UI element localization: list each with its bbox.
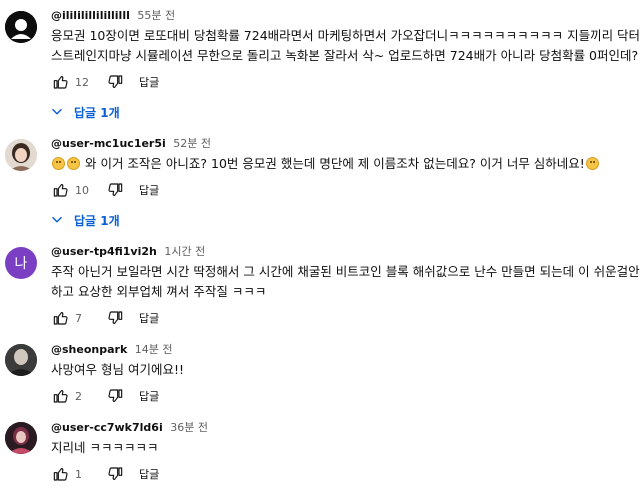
comment-actions: 2 답글 xyxy=(51,384,636,408)
avatar-photo-icon xyxy=(5,422,37,454)
comment-text: 지리네 ㅋㅋㅋㅋㅋㅋ xyxy=(51,438,636,458)
comment-actions: 10 답글 xyxy=(51,178,636,202)
thumbs-down-icon xyxy=(108,183,123,197)
comment-text: 응모권 10장이면 로또대비 당첨확률 724배라면서 마케팅하면서 가오잡더니… xyxy=(51,26,640,66)
reply-button[interactable]: 답글 xyxy=(139,466,159,482)
like-button[interactable] xyxy=(51,308,71,328)
like-button[interactable] xyxy=(51,72,71,92)
dislike-button[interactable] xyxy=(105,386,125,406)
avatar[interactable] xyxy=(5,344,37,376)
thumbs-up-icon xyxy=(53,183,68,197)
like-button[interactable] xyxy=(51,386,71,406)
comment-text-line: 주작 아닌거 보일라면 시간 딱정해서 그 시간에 채굴된 비트코인 블록 해쉬… xyxy=(51,264,640,279)
thumbs-down-icon xyxy=(108,311,123,325)
like-count: 12 xyxy=(75,75,89,89)
reply-button[interactable]: 답글 xyxy=(139,310,159,326)
avatar[interactable]: 나 xyxy=(5,247,37,279)
comment-text-line: 사망여우 형님 여기에요!! xyxy=(51,362,184,377)
author-name[interactable]: @user-mc1uc1er5i xyxy=(51,137,166,150)
chevron-down-icon xyxy=(52,108,62,115)
comment-text: 사망여우 형님 여기에요!! xyxy=(51,360,636,380)
view-replies-label: 답글 1개 xyxy=(74,213,120,228)
comment-timestamp[interactable]: 52분 전 xyxy=(173,137,211,150)
dislike-button[interactable] xyxy=(105,308,125,328)
avatar-letter: 나 xyxy=(14,256,28,272)
comment-text-line: 하고 요상한 외부업체 껴서 주작질 ㅋㅋㅋ xyxy=(51,284,267,299)
comment-timestamp[interactable]: 14분 전 xyxy=(135,343,173,356)
avatar-silhouette-icon xyxy=(5,11,37,43)
dislike-button[interactable] xyxy=(105,72,125,92)
reply-button[interactable]: 답글 xyxy=(139,388,159,404)
thumbs-down-icon xyxy=(108,75,123,89)
avatar-photo-icon xyxy=(5,139,37,171)
sad-face-icon xyxy=(52,157,65,170)
author-name[interactable]: @user-cc7wk7ld6i xyxy=(51,421,163,434)
comment-actions: 7 답글 xyxy=(51,306,636,330)
comment-header: @user-cc7wk7ld6i 36분 전 xyxy=(51,420,636,436)
comments-section: @ilililillilillilll 55분 전 응모권 10장이면 로또대비… xyxy=(0,0,640,490)
comment-header: @sheonpark 14분 전 xyxy=(51,342,636,358)
dislike-button[interactable] xyxy=(105,464,125,484)
like-count: 1 xyxy=(75,467,82,481)
reply-button[interactable]: 답글 xyxy=(139,182,159,198)
comment-text-line: 스트레인지마냥 시뮬레이션 무한으로 돌리고 녹화본 잘라서 삭~ 업로드하면 … xyxy=(51,48,639,63)
thumbs-up-icon xyxy=(53,467,68,481)
comment-timestamp[interactable]: 55분 전 xyxy=(137,9,175,22)
thumbs-down-icon xyxy=(108,389,123,403)
comment-timestamp[interactable]: 36분 전 xyxy=(170,421,208,434)
comment-timestamp[interactable]: 1시간 전 xyxy=(164,245,205,258)
thumbs-up-icon xyxy=(53,311,68,325)
reply-button[interactable]: 답글 xyxy=(139,74,159,90)
dislike-button[interactable] xyxy=(105,180,125,200)
avatar[interactable] xyxy=(5,422,37,454)
chevron-down-icon xyxy=(52,216,62,223)
avatar-photo-icon xyxy=(5,344,37,376)
avatar[interactable] xyxy=(5,11,37,43)
like-count: 2 xyxy=(75,389,82,403)
thumbs-up-icon xyxy=(53,75,68,89)
avatar[interactable] xyxy=(5,139,37,171)
comment-text: 와 이거 조작은 아니죠? 10번 응모권 했는데 명단에 제 이름조차 없는데… xyxy=(51,154,636,174)
like-count: 10 xyxy=(75,183,89,197)
author-name[interactable]: @user-tp4fi1vi2h xyxy=(51,245,157,258)
view-replies-button[interactable]: 답글 1개 xyxy=(50,210,636,230)
author-name[interactable]: @ilililillilillilll xyxy=(51,9,130,22)
sad-face-icon xyxy=(67,157,80,170)
comment-text-line: 와 이거 조작은 아니죠? 10번 응모권 했는데 명단에 제 이름조차 없는데… xyxy=(81,156,585,171)
comment-header: @user-tp4fi1vi2h 1시간 전 xyxy=(51,244,636,260)
view-replies-label: 답글 1개 xyxy=(74,105,120,120)
author-name[interactable]: @sheonpark xyxy=(51,343,127,356)
comment-text-line: 지리네 ㅋㅋㅋㅋㅋㅋ xyxy=(51,440,159,455)
thumbs-down-icon xyxy=(108,467,123,481)
comment-actions: 12 답글 xyxy=(51,70,636,94)
comment-actions: 1 답글 xyxy=(51,462,636,486)
like-button[interactable] xyxy=(51,464,71,484)
comment-header: @ilililillilillilll 55분 전 xyxy=(51,8,636,24)
comment-text-line: 응모권 10장이면 로또대비 당첨확률 724배라면서 마케팅하면서 가오잡더니… xyxy=(51,28,640,43)
comment-text: 주작 아닌거 보일라면 시간 딱정해서 그 시간에 채굴된 비트코인 블록 해쉬… xyxy=(51,262,640,302)
comment-header: @user-mc1uc1er5i 52분 전 xyxy=(51,136,636,152)
like-count: 7 xyxy=(75,311,82,325)
view-replies-button[interactable]: 답글 1개 xyxy=(50,102,636,122)
like-button[interactable] xyxy=(51,180,71,200)
thumbs-up-icon xyxy=(53,389,68,403)
sad-face-icon xyxy=(585,157,599,170)
